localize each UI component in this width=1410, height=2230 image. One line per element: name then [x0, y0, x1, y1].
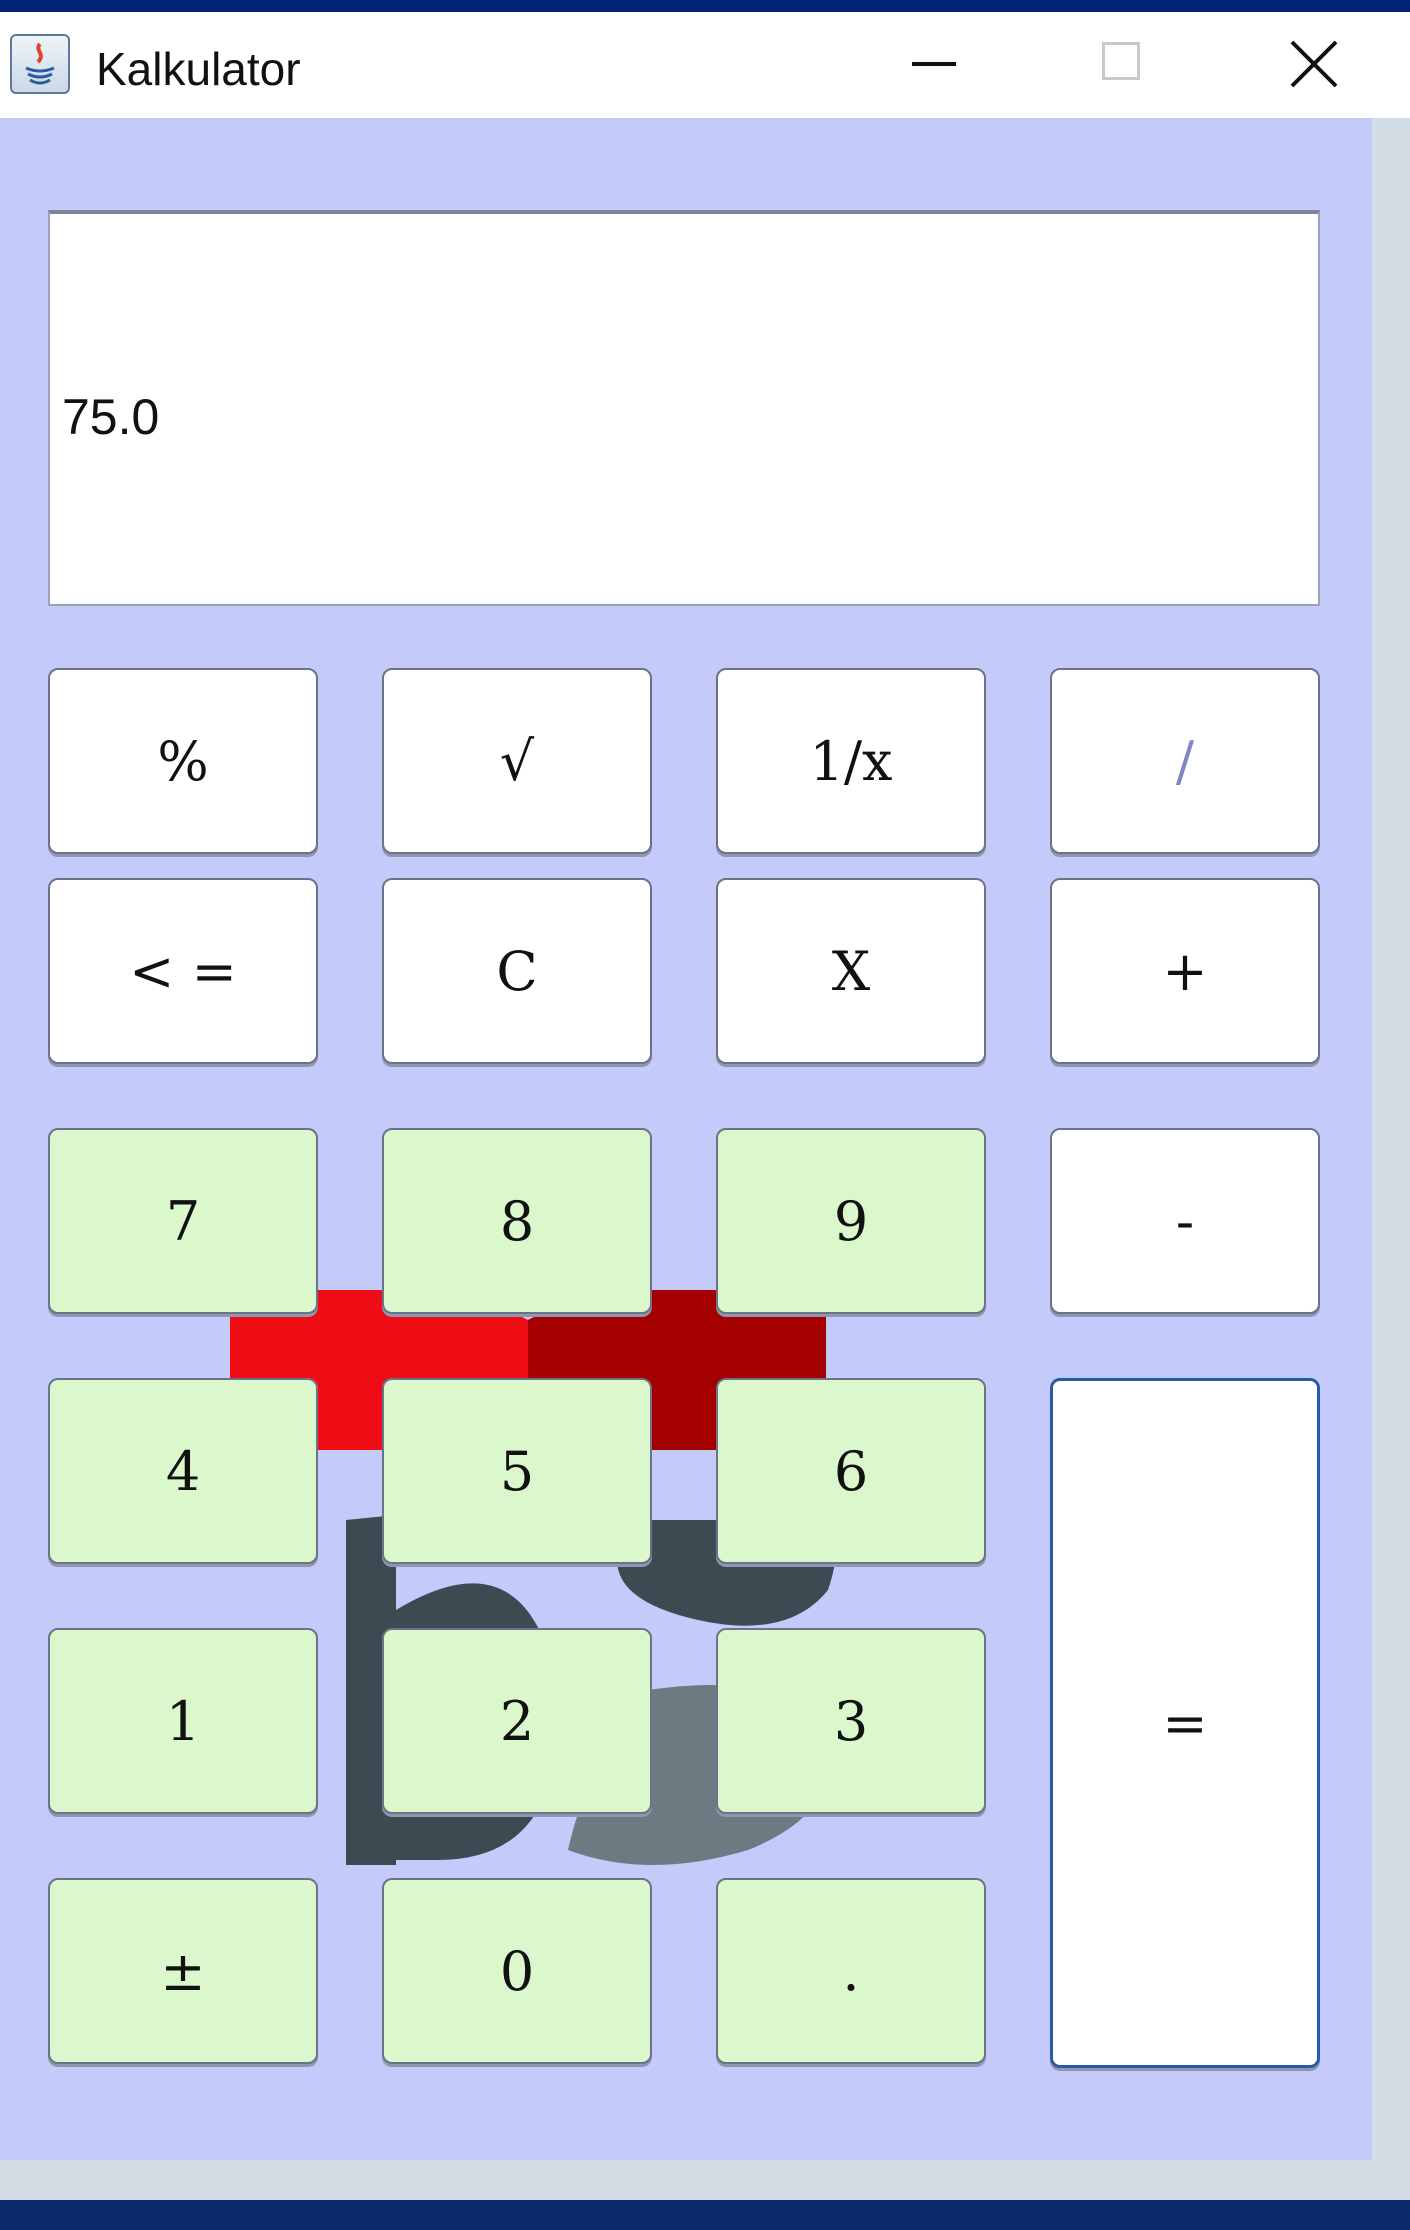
java-app-icon — [10, 34, 70, 94]
subtract-button[interactable]: - — [1050, 1128, 1320, 1314]
window-bottom-edge — [0, 2160, 1410, 2200]
digit-9-button[interactable]: 9 — [716, 1128, 986, 1314]
digit-3-button[interactable]: 3 — [716, 1628, 986, 1814]
digit-5-button[interactable]: 5 — [382, 1378, 652, 1564]
clear-button[interactable]: C — [382, 878, 652, 1064]
title-bar[interactable]: Kalkulator — [0, 12, 1410, 118]
digit-6-button[interactable]: 6 — [716, 1378, 986, 1564]
digit-7-button[interactable]: 7 — [48, 1128, 318, 1314]
multiply-button[interactable]: X — [716, 878, 986, 1064]
close-button[interactable] — [1254, 12, 1374, 118]
square-root-button[interactable]: √ — [382, 668, 652, 854]
digit-8-button[interactable]: 8 — [382, 1128, 652, 1314]
add-button[interactable]: + — [1050, 878, 1320, 1064]
maximize-button[interactable] — [1062, 12, 1182, 118]
minimize-button[interactable] — [874, 12, 994, 118]
window-title: Kalkulator — [96, 43, 301, 95]
display-value: 75.0 — [62, 389, 160, 445]
maximize-icon — [1102, 42, 1140, 80]
window-right-edge — [1372, 118, 1410, 2160]
digit-4-button[interactable]: 4 — [48, 1378, 318, 1564]
digit-2-button[interactable]: 2 — [382, 1628, 652, 1814]
backspace-button[interactable]: < = — [48, 878, 318, 1064]
decimal-button[interactable]: . — [716, 1878, 986, 2064]
negate-button[interactable]: ± — [48, 1878, 318, 2064]
taskbar-edge — [0, 2200, 1410, 2230]
equals-button[interactable]: = — [1050, 1378, 1320, 2068]
divide-button[interactable]: / — [1050, 668, 1320, 854]
digit-1-button[interactable]: 1 — [48, 1628, 318, 1814]
minimize-icon — [912, 62, 956, 66]
close-icon — [1290, 40, 1338, 88]
screen-top-edge — [0, 0, 1410, 12]
reciprocal-button[interactable]: 1/x — [716, 668, 986, 854]
result-display[interactable]: 75.0 — [48, 210, 1320, 606]
digit-0-button[interactable]: 0 — [382, 1878, 652, 2064]
percent-button[interactable]: % — [48, 668, 318, 854]
